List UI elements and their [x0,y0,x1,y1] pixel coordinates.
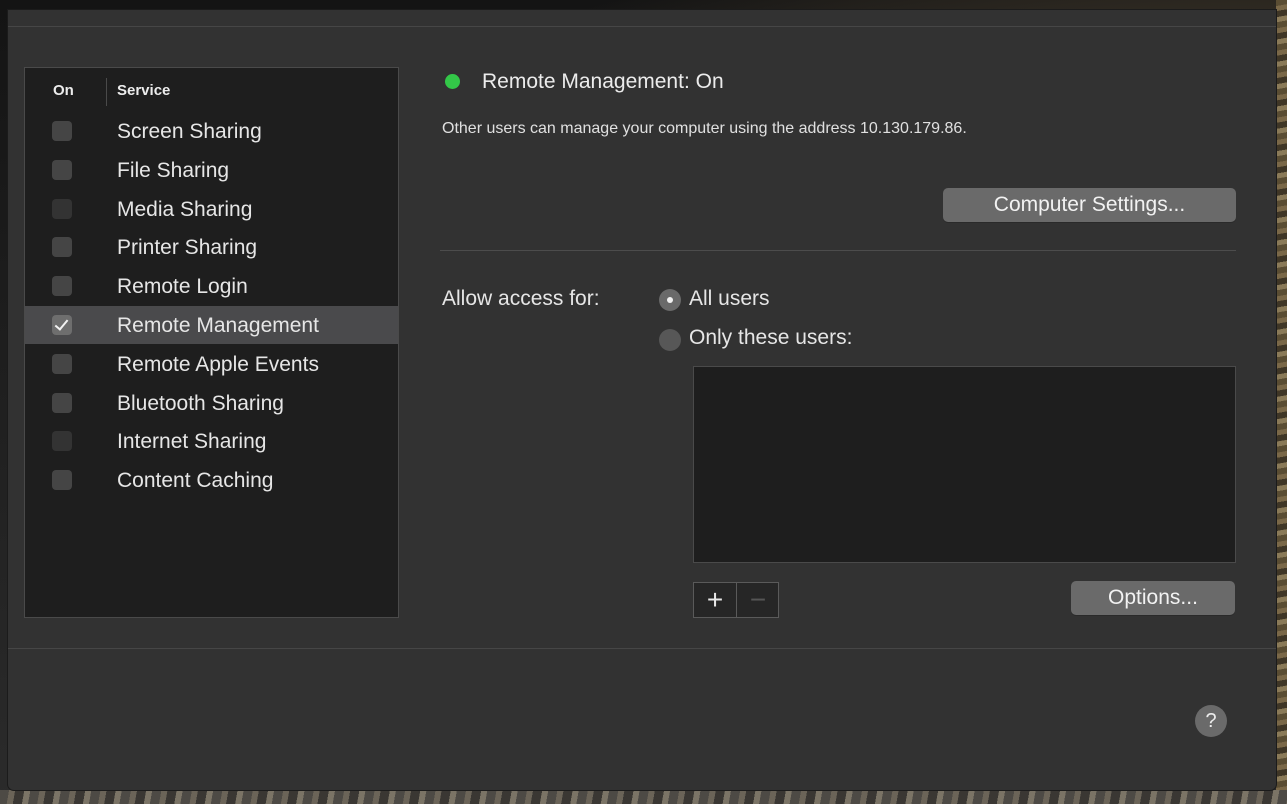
service-label: Remote Login [117,275,248,298]
service-label: Remote Apple Events [117,353,319,376]
options-button[interactable]: Options... [1071,581,1235,615]
service-row-screen-sharing[interactable]: Screen Sharing [25,112,398,150]
service-checkbox-checked[interactable] [52,315,72,335]
service-label: Printer Sharing [117,236,258,259]
section-divider [440,250,1236,251]
service-row-bluetooth-sharing[interactable]: Bluetooth Sharing [25,384,398,422]
column-divider [106,78,107,106]
service-row-remote-apple-events[interactable]: Remote Apple Events [25,345,398,383]
service-list-header: On Service [25,68,399,112]
service-row-printer-sharing[interactable]: Printer Sharing [25,228,398,266]
service-checkbox[interactable] [52,237,72,257]
service-row-content-caching[interactable]: Content Caching [25,461,398,499]
service-checkbox[interactable] [52,470,72,490]
service-label: Internet Sharing [117,430,267,453]
only-these-users-radio[interactable] [659,329,681,351]
help-button[interactable]: ? [1195,705,1227,737]
allow-access-label: Allow access for: [442,287,600,310]
column-divider [398,78,399,106]
computer-settings-button[interactable]: Computer Settings... [943,188,1236,222]
service-label: Screen Sharing [117,120,262,143]
service-list[interactable]: On Service Screen Sharing File Sharing M… [24,67,399,618]
service-label: Content Caching [117,469,274,492]
service-label: Bluetooth Sharing [117,392,284,415]
service-row-internet-sharing[interactable]: Internet Sharing [25,422,398,460]
add-remove-control: + − [693,582,779,618]
status-indicator-icon [445,74,460,89]
service-row-remote-login[interactable]: Remote Login [25,267,398,305]
all-users-radio[interactable] [659,289,681,311]
all-users-label[interactable]: All users [689,287,770,311]
toolbar-divider [8,26,1276,27]
service-checkbox[interactable] [52,160,72,180]
footer-divider [8,648,1276,649]
service-checkbox[interactable] [52,276,72,296]
status-description: Other users can manage your computer usi… [442,120,967,137]
add-user-button[interactable]: + [694,583,737,617]
service-checkbox[interactable] [52,431,72,451]
desktop-wallpaper-bottom [0,790,1287,804]
service-checkbox[interactable] [52,121,72,141]
status-title: Remote Management: On [482,70,724,93]
service-label: File Sharing [117,159,230,182]
remove-user-button[interactable]: − [737,583,779,617]
service-row-remote-management[interactable]: Remote Management [25,306,398,344]
sharing-preferences-window: On Service Screen Sharing File Sharing M… [8,10,1276,790]
service-checkbox[interactable] [52,199,72,219]
allowed-users-list[interactable] [693,366,1236,563]
service-label: Media Sharing [117,198,253,221]
service-row-file-sharing[interactable]: File Sharing [25,151,398,189]
column-header-on[interactable]: On [53,82,74,99]
only-these-users-label[interactable]: Only these users: [689,326,852,350]
service-checkbox[interactable] [52,393,72,413]
column-header-service[interactable]: Service [117,82,170,99]
desktop-wallpaper-edge [1276,0,1287,804]
service-row-media-sharing[interactable]: Media Sharing [25,190,398,228]
service-checkbox[interactable] [52,354,72,374]
service-label: Remote Management [117,314,319,337]
